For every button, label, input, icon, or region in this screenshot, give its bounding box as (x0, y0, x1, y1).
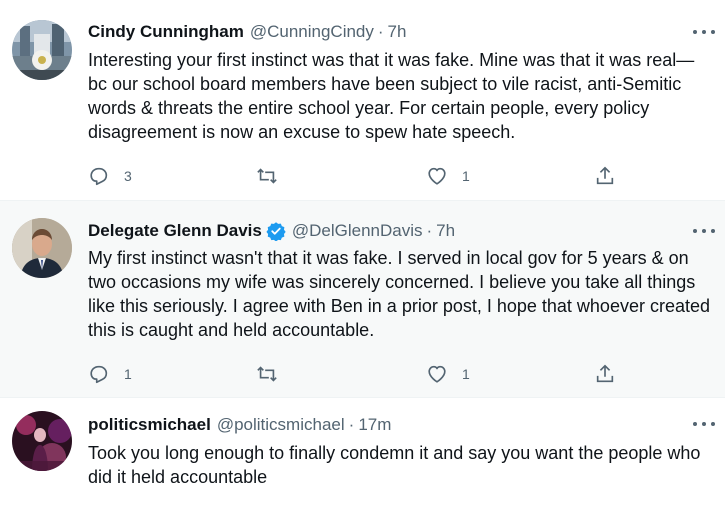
user-handle[interactable]: @politicsmichael (217, 415, 345, 435)
more-icon[interactable] (693, 224, 715, 238)
share-icon (596, 166, 614, 185)
like-count: 1 (462, 366, 470, 382)
display-name[interactable]: Delegate Glenn Davis (88, 221, 262, 241)
tweet-politicsmichael[interactable]: politicsmichael @politicsmichael · 17m T… (0, 398, 725, 505)
avatar[interactable] (12, 411, 72, 471)
reply-icon (90, 167, 108, 186)
more-icon[interactable] (693, 25, 715, 39)
tweet-text: Interesting your first instinct was that… (88, 50, 695, 142)
separator-dot: · (377, 22, 384, 41)
user-handle[interactable]: @DelGlennDavis (292, 221, 423, 241)
tweet-text: My first instinct wasn't that it was fak… (88, 248, 710, 340)
retweet-button[interactable] (256, 164, 292, 188)
reply-button[interactable]: 3 (88, 164, 132, 188)
display-name[interactable]: Cindy Cunningham (88, 22, 244, 42)
avatar[interactable] (12, 218, 72, 278)
reply-count: 1 (124, 366, 132, 382)
avatar[interactable] (12, 20, 72, 80)
user-handle[interactable]: @CunningCindy (250, 22, 374, 42)
separator-dot: · (348, 415, 355, 434)
tweet-header: Cindy Cunningham @CunningCindy · 7h (88, 20, 685, 44)
tweet-text: Took you long enough to finally condemn … (88, 443, 701, 487)
more-icon[interactable] (693, 417, 715, 431)
reply-icon (90, 365, 108, 384)
verified-badge-icon (266, 222, 286, 241)
like-button[interactable]: 1 (426, 164, 470, 188)
retweet-icon (257, 168, 277, 184)
share-icon (596, 364, 614, 383)
like-count: 1 (462, 168, 470, 184)
reply-button[interactable]: 1 (88, 362, 132, 386)
separator-dot: · (426, 221, 433, 240)
timestamp[interactable]: 7h (388, 22, 407, 42)
retweet-button[interactable] (256, 362, 292, 386)
display-name[interactable]: politicsmichael (88, 415, 211, 435)
tweet-actions: 1 1 (88, 362, 628, 386)
share-button[interactable] (594, 164, 616, 188)
like-icon (428, 167, 446, 185)
tweet-delegate-glenn-davis[interactable]: Delegate Glenn Davis @DelGlennDavis · 7h… (0, 201, 725, 398)
tweet-header: Delegate Glenn Davis @DelGlennDavis · 7h (88, 219, 685, 243)
timestamp[interactable]: 17m (358, 415, 391, 435)
share-button[interactable] (594, 362, 616, 386)
tweet-header: politicsmichael @politicsmichael · 17m (88, 413, 685, 437)
tweet-actions: 3 1 (88, 164, 628, 188)
like-button[interactable]: 1 (426, 362, 470, 386)
reply-count: 3 (124, 168, 132, 184)
tweet-cindy-cunningham[interactable]: Cindy Cunningham @CunningCindy · 7h Inte… (0, 0, 725, 201)
retweet-icon (257, 366, 277, 382)
timestamp[interactable]: 7h (436, 221, 455, 241)
like-icon (428, 365, 446, 383)
